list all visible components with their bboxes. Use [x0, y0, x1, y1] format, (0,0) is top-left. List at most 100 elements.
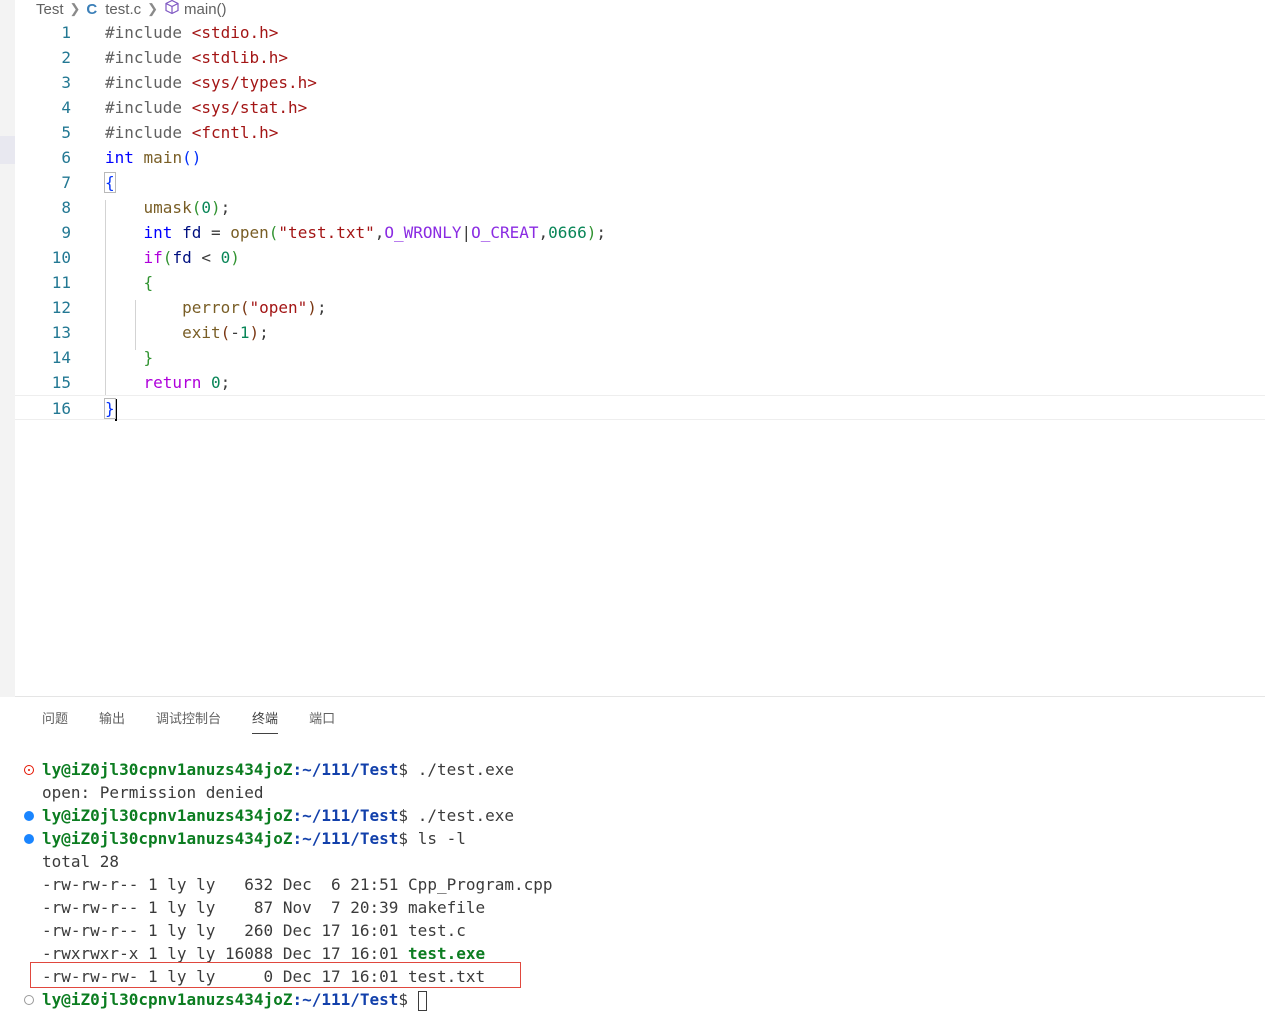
- terminal-prompt-line: ly@iZ0jl30cpnv1anuzs434joZ:~/111/Test$ .…: [42, 758, 514, 781]
- code-token: <sys/types.h>: [191, 73, 317, 92]
- code-line[interactable]: 10 if(fd < 0): [15, 245, 1265, 270]
- code-token: {: [104, 172, 116, 193]
- success-decoration-icon[interactable]: [24, 811, 34, 821]
- line-number: 1: [61, 23, 71, 42]
- code-token: <stdio.h>: [191, 23, 279, 42]
- prompt-path: :~/111/Test: [292, 829, 399, 848]
- code-line[interactable]: 6 int main(): [15, 145, 1265, 170]
- line-number: 3: [61, 73, 71, 92]
- code-text: #include <stdlib.h>: [105, 45, 288, 70]
- code-text: #include <fcntl.h>: [105, 120, 278, 145]
- chevron-right-icon: ❯: [147, 1, 159, 16]
- panel-tab[interactable]: 问题: [42, 708, 68, 734]
- line-number: 13: [51, 323, 71, 342]
- code-token: if: [143, 248, 163, 267]
- code-token: }: [143, 348, 154, 367]
- output-text: total 28: [42, 852, 120, 871]
- panel-tab[interactable]: 端口: [309, 708, 335, 734]
- code-token: -: [230, 323, 240, 342]
- terminal-prompt-line: ly@iZ0jl30cpnv1anuzs434joZ:~/111/Test$ l…: [42, 827, 466, 850]
- code-line[interactable]: 1 #include <stdio.h>: [15, 20, 1265, 45]
- output-text: -rw-rw-r-- 1 ly ly 260 Dec 17 16:01 test…: [42, 921, 466, 940]
- code-token: (: [162, 248, 173, 267]
- code-line[interactable]: 4 #include <sys/stat.h>: [15, 95, 1265, 120]
- code-token: open: [230, 223, 269, 242]
- code-token: ,: [374, 223, 385, 242]
- line-number: 7: [61, 173, 71, 192]
- code-token: umask: [143, 198, 192, 217]
- code-text: int main(): [105, 145, 201, 170]
- breadcrumb-symbol[interactable]: main(): [184, 1, 227, 18]
- code-line[interactable]: 9 int fd = open("test.txt",O_WRONLY|O_CR…: [15, 220, 1265, 245]
- code-token: #include: [105, 98, 192, 117]
- code-token: ): [307, 298, 317, 317]
- code-line[interactable]: 5 #include <fcntl.h>: [15, 120, 1265, 145]
- code-token: int: [143, 223, 173, 242]
- code-token: 0: [220, 248, 231, 267]
- code-token: 0666: [548, 223, 587, 242]
- code-token: ,: [538, 223, 549, 242]
- code-line[interactable]: 11 {: [15, 270, 1265, 295]
- code-line[interactable]: 2 #include <stdlib.h>: [15, 45, 1265, 70]
- code-token: <stdlib.h>: [191, 48, 289, 67]
- code-text: #include <stdio.h>: [105, 20, 278, 45]
- code-text: return 0;: [105, 370, 231, 395]
- code-line[interactable]: 15 return 0;: [15, 370, 1265, 395]
- prompt-command: ./test.exe: [417, 760, 515, 779]
- code-token: |: [461, 223, 472, 242]
- prompt-path: :~/111/Test: [292, 990, 399, 1009]
- error-decoration-icon[interactable]: [24, 765, 34, 775]
- code-line[interactable]: 12 perror("open");: [15, 295, 1265, 320]
- code-editor[interactable]: 1 #include <stdio.h> 2 #include <stdlib.h> 3…: [15, 20, 1265, 696]
- code-line[interactable]: 16}: [15, 395, 1265, 421]
- prompt-path: :~/111/Test: [292, 760, 399, 779]
- prompt-user: ly@iZ0jl30cpnv1anuzs434joZ: [42, 829, 293, 848]
- code-token: ): [230, 248, 240, 267]
- code-line[interactable]: 7{: [15, 170, 1265, 195]
- panel-tab[interactable]: 调试控制台: [156, 708, 221, 734]
- code-text: }: [104, 396, 117, 421]
- code-text: {: [105, 270, 154, 295]
- code-line[interactable]: 13 exit(-1);: [15, 320, 1265, 345]
- output-text: -rw-rw-r-- 1 ly ly 632 Dec 6 21:51 Cpp_P…: [42, 875, 553, 894]
- success-decoration-icon[interactable]: [24, 834, 34, 844]
- panel-tab[interactable]: 终端: [252, 708, 279, 734]
- code-token: ;: [259, 323, 269, 342]
- code-token: (: [268, 223, 279, 242]
- breadcrumb-folder[interactable]: Test: [36, 1, 64, 18]
- line-number: 9: [61, 223, 71, 242]
- terminal-output-line: -rw-rw-r-- 1 ly ly 632 Dec 6 21:51 Cpp_P…: [42, 873, 553, 896]
- code-token: ): [586, 223, 597, 242]
- breadcrumb-file[interactable]: test.c: [105, 1, 141, 18]
- code-token: O_CREAT: [471, 223, 539, 242]
- prompt-path: :~/111/Test: [292, 806, 399, 825]
- code-token: #include: [105, 123, 192, 142]
- panel-tab[interactable]: 输出: [99, 708, 125, 734]
- code-text: if(fd < 0): [105, 245, 240, 270]
- code-token: ;: [220, 198, 231, 217]
- code-token: ;: [316, 298, 327, 317]
- c-file-icon: C: [86, 0, 98, 18]
- code-token: "open": [249, 298, 308, 317]
- prompt-user: ly@iZ0jl30cpnv1anuzs434joZ: [42, 760, 293, 779]
- prompt-symbol: $: [398, 806, 418, 825]
- code-token: return: [143, 373, 202, 392]
- text-cursor: [114, 398, 117, 421]
- code-line[interactable]: 8 umask(0);: [15, 195, 1265, 220]
- line-number: 11: [51, 273, 71, 292]
- code-line[interactable]: 14 }: [15, 345, 1265, 370]
- line-number: 16: [51, 399, 71, 418]
- code-token: O_WRONLY: [384, 223, 462, 242]
- code-line[interactable]: 3 #include <sys/types.h>: [15, 70, 1265, 95]
- gutter-highlight: [0, 136, 15, 164]
- output-text: -rw-rw-r-- 1 ly ly 87 Nov 7 20:39 makefi…: [42, 898, 486, 917]
- code-token: <fcntl.h>: [191, 123, 279, 142]
- code-token: int: [105, 148, 134, 167]
- code-token: 0: [210, 373, 221, 392]
- code-token: fd: [172, 248, 192, 267]
- line-number: 15: [51, 373, 71, 392]
- command-decoration-icon[interactable]: [24, 995, 34, 1005]
